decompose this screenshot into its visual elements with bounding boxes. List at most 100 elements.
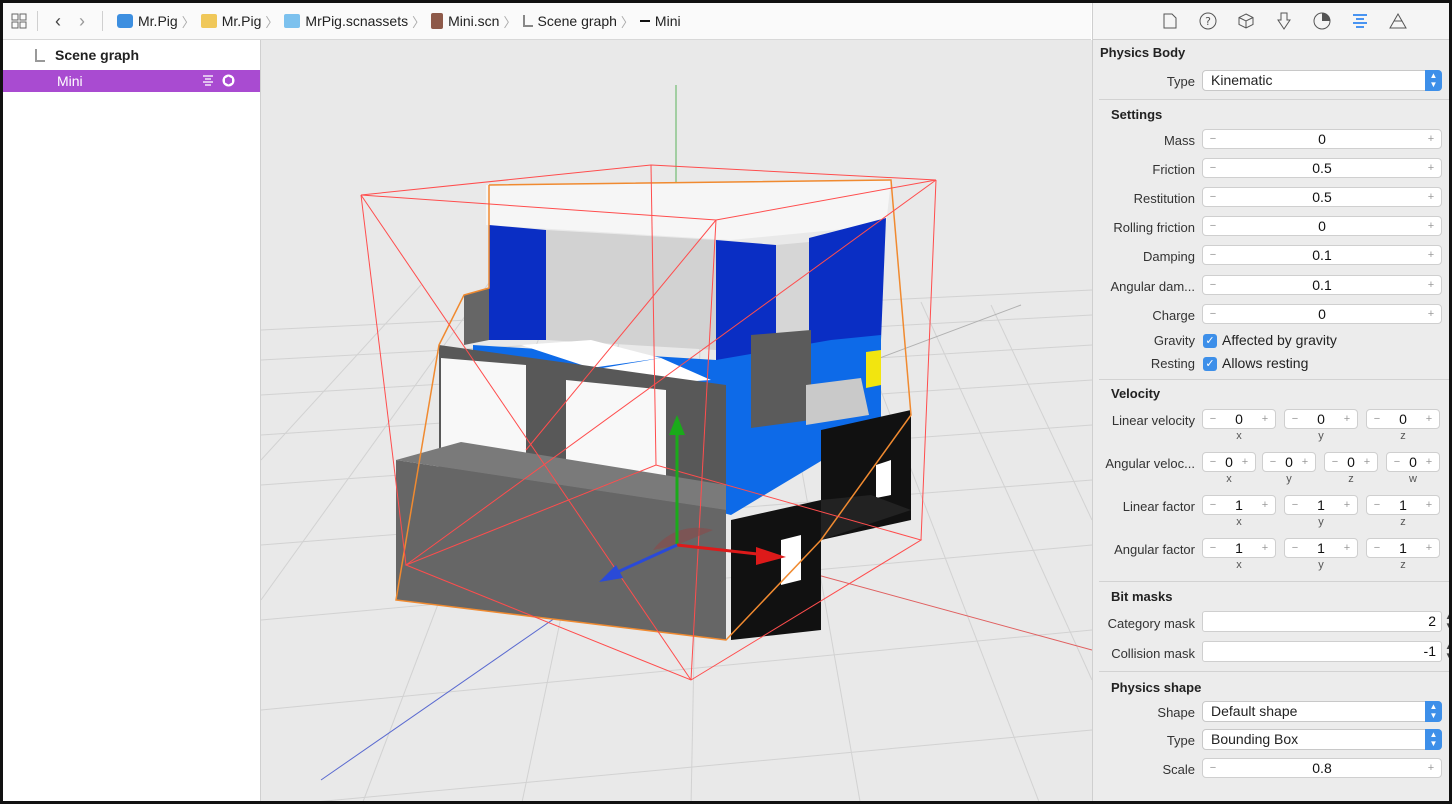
increment-icon[interactable]: + bbox=[1340, 539, 1354, 557]
increment-icon[interactable]: + bbox=[1298, 453, 1312, 471]
increment-icon[interactable]: + bbox=[1424, 159, 1438, 177]
linear-velocity-y: 0 bbox=[1317, 411, 1325, 427]
breadcrumb-node[interactable]: Mini bbox=[639, 13, 681, 29]
angular-factor-z-stepper[interactable]: −1 + bbox=[1366, 538, 1440, 558]
decrement-icon[interactable]: − bbox=[1206, 305, 1220, 323]
linear-factor-z-stepper[interactable]: −1 + bbox=[1366, 495, 1440, 515]
friction-stepper[interactable]: − 0.5 + bbox=[1202, 158, 1442, 178]
increment-icon[interactable]: + bbox=[1238, 453, 1252, 471]
scene-graph-header[interactable]: Scene graph bbox=[3, 40, 260, 70]
scene-viewport[interactable] bbox=[261, 40, 1092, 801]
node-inspector-cube-icon[interactable] bbox=[1234, 9, 1258, 33]
decrement-icon[interactable]: − bbox=[1206, 246, 1220, 264]
angular-velocity-w-stepper[interactable]: −0 + bbox=[1386, 452, 1440, 472]
attributes-inspector-icon[interactable] bbox=[1272, 9, 1296, 33]
decrement-icon[interactable]: − bbox=[1390, 453, 1404, 471]
decrement-icon[interactable]: − bbox=[1370, 410, 1384, 428]
angular-factor-label: Angular factor bbox=[1114, 542, 1195, 557]
physics-icon bbox=[202, 74, 214, 87]
material-inspector-icon[interactable] bbox=[1310, 9, 1334, 33]
decrement-icon[interactable]: − bbox=[1288, 496, 1302, 514]
angular-damping-stepper[interactable]: − 0.1 + bbox=[1202, 275, 1442, 295]
collision-mask-field[interactable]: -1 bbox=[1202, 641, 1442, 662]
rolling-friction-stepper[interactable]: − 0 + bbox=[1202, 216, 1442, 236]
category-mask-stepper-icon[interactable]: ▲▼ bbox=[1444, 611, 1449, 632]
increment-icon[interactable]: + bbox=[1340, 496, 1354, 514]
increment-icon[interactable]: + bbox=[1424, 246, 1438, 264]
increment-icon[interactable]: + bbox=[1258, 496, 1272, 514]
increment-icon[interactable]: + bbox=[1422, 496, 1436, 514]
decrement-icon[interactable]: − bbox=[1206, 759, 1220, 777]
mass-stepper[interactable]: − 0 + bbox=[1202, 129, 1442, 149]
shape-type-popup[interactable]: Bounding Box ▲ ▼ bbox=[1202, 729, 1442, 750]
increment-icon[interactable]: + bbox=[1422, 453, 1436, 471]
decrement-icon[interactable]: − bbox=[1328, 453, 1342, 471]
increment-icon[interactable]: + bbox=[1424, 305, 1438, 323]
inspector-tabs: ? bbox=[1093, 3, 1449, 40]
increment-icon[interactable]: + bbox=[1424, 130, 1438, 148]
angular-velocity-y-stepper[interactable]: −0 + bbox=[1262, 452, 1316, 472]
decrement-icon[interactable]: − bbox=[1288, 410, 1302, 428]
decrement-icon[interactable]: − bbox=[1206, 159, 1220, 177]
charge-stepper[interactable]: − 0 + bbox=[1202, 304, 1442, 324]
increment-icon[interactable]: + bbox=[1424, 217, 1438, 235]
linear-velocity-y-stepper[interactable]: −0 + bbox=[1284, 409, 1358, 429]
decrement-icon[interactable]: − bbox=[1206, 276, 1220, 294]
mass-value: 0 bbox=[1318, 131, 1326, 147]
category-mask-value: 2 bbox=[1428, 613, 1436, 629]
increment-icon[interactable]: + bbox=[1424, 276, 1438, 294]
linear-factor-x-stepper[interactable]: −1 + bbox=[1202, 495, 1276, 515]
angular-factor-z: 1 bbox=[1399, 540, 1407, 556]
breadcrumb-project[interactable]: Mr.Pig 〉 bbox=[117, 12, 195, 31]
damping-stepper[interactable]: − 0.1 + bbox=[1202, 245, 1442, 265]
increment-icon[interactable]: + bbox=[1422, 410, 1436, 428]
increment-icon[interactable]: + bbox=[1258, 539, 1272, 557]
decrement-icon[interactable]: − bbox=[1206, 410, 1220, 428]
resting-checkbox[interactable]: ✓ bbox=[1203, 357, 1217, 371]
angular-velocity-z-stepper[interactable]: −0 + bbox=[1324, 452, 1378, 472]
file-inspector-icon[interactable] bbox=[1158, 9, 1182, 33]
scene-inspector-icon[interactable] bbox=[1386, 9, 1410, 33]
breadcrumb-scnassets[interactable]: MrPig.scnassets 〉 bbox=[284, 12, 425, 31]
scale-stepper[interactable]: − 0.8 + bbox=[1202, 758, 1442, 778]
increment-icon[interactable]: + bbox=[1360, 453, 1374, 471]
linear-velocity-x-stepper[interactable]: −0 + bbox=[1202, 409, 1276, 429]
restitution-stepper[interactable]: − 0.5 + bbox=[1202, 187, 1442, 207]
physics-inspector-icon[interactable] bbox=[1348, 9, 1372, 33]
angular-velocity-x-stepper[interactable]: −0 + bbox=[1202, 452, 1256, 472]
breadcrumb-group[interactable]: Mr.Pig 〉 bbox=[200, 12, 278, 31]
scene-node-row[interactable]: Mini bbox=[3, 70, 260, 92]
decrement-icon[interactable]: − bbox=[1370, 539, 1384, 557]
help-icon[interactable]: ? bbox=[1196, 9, 1220, 33]
back-arrow-icon[interactable]: ‹ bbox=[46, 11, 70, 31]
linear-velocity-z-stepper[interactable]: −0 + bbox=[1366, 409, 1440, 429]
decrement-icon[interactable]: − bbox=[1370, 496, 1384, 514]
related-items-icon[interactable] bbox=[9, 11, 29, 31]
decrement-icon[interactable]: − bbox=[1266, 453, 1280, 471]
decrement-icon[interactable]: − bbox=[1206, 188, 1220, 206]
axis-y-label: y bbox=[1286, 473, 1292, 485]
angular-factor-y-stepper[interactable]: −1 + bbox=[1284, 538, 1358, 558]
breadcrumb-scene-file[interactable]: Mini.scn 〉 bbox=[431, 12, 517, 31]
shape-popup[interactable]: Default shape ▲ ▼ bbox=[1202, 701, 1442, 722]
decrement-icon[interactable]: − bbox=[1206, 453, 1220, 471]
decrement-icon[interactable]: − bbox=[1206, 496, 1220, 514]
breadcrumb-scene-graph[interactable]: Scene graph 〉 bbox=[522, 12, 634, 31]
body-type-popup[interactable]: Kinematic ▲ ▼ bbox=[1202, 70, 1442, 91]
increment-icon[interactable]: + bbox=[1424, 759, 1438, 777]
linear-factor-y-stepper[interactable]: −1 + bbox=[1284, 495, 1358, 515]
increment-icon[interactable]: + bbox=[1424, 188, 1438, 206]
decrement-icon[interactable]: − bbox=[1206, 217, 1220, 235]
decrement-icon[interactable]: − bbox=[1206, 539, 1220, 557]
angular-factor-x-stepper[interactable]: −1 + bbox=[1202, 538, 1276, 558]
forward-arrow-icon[interactable]: › bbox=[70, 11, 94, 31]
increment-icon[interactable]: + bbox=[1258, 410, 1272, 428]
decrement-icon[interactable]: − bbox=[1288, 539, 1302, 557]
category-mask-field[interactable]: 2 bbox=[1202, 611, 1442, 632]
collision-mask-stepper-icon[interactable]: ▲▼ bbox=[1444, 641, 1449, 662]
increment-icon[interactable]: + bbox=[1340, 410, 1354, 428]
axis-y-label: y bbox=[1318, 430, 1324, 442]
increment-icon[interactable]: + bbox=[1422, 539, 1436, 557]
gravity-checkbox[interactable]: ✓ bbox=[1203, 334, 1217, 348]
decrement-icon[interactable]: − bbox=[1206, 130, 1220, 148]
